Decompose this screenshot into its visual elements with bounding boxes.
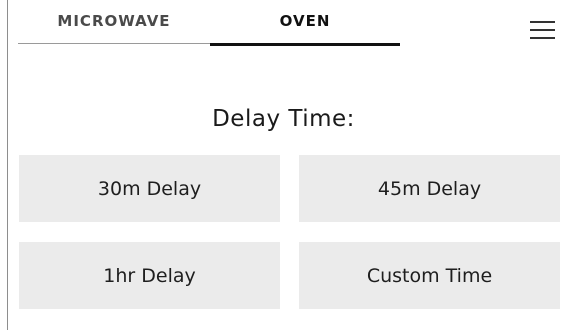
tab-oven-label: OVEN	[279, 12, 331, 30]
delay-1hr-label: 1hr Delay	[103, 264, 196, 287]
delay-30m-button[interactable]: 30m Delay	[19, 155, 280, 222]
delay-1hr-button[interactable]: 1hr Delay	[19, 242, 280, 309]
frame-divider	[7, 0, 8, 330]
hamburger-menu-icon[interactable]	[528, 18, 558, 42]
tab-microwave-label: MICROWAVE	[57, 12, 171, 30]
page-title: Delay Time:	[212, 106, 355, 132]
delay-45m-button[interactable]: 45m Delay	[299, 155, 560, 222]
custom-time-label: Custom Time	[366, 264, 493, 287]
tab-microwave[interactable]: MICROWAVE	[18, 0, 210, 52]
custom-time-button[interactable]: Custom Time	[299, 242, 560, 309]
tab-bar: MICROWAVE OVEN	[18, 0, 400, 52]
tab-oven[interactable]: OVEN	[210, 0, 400, 52]
delay-45m-label: 45m Delay	[377, 177, 482, 200]
delay-30m-label: 30m Delay	[97, 177, 202, 200]
